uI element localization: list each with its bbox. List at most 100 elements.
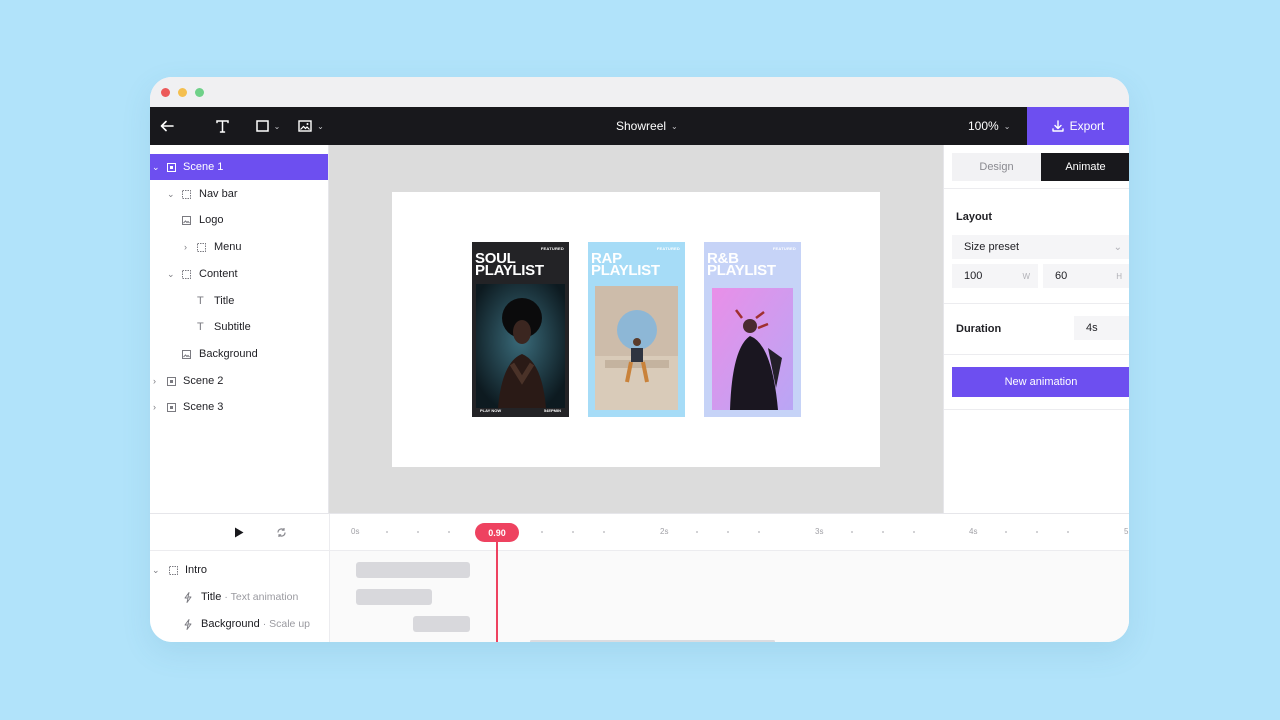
ruler-label: 4s <box>969 527 978 536</box>
chevron-right-icon[interactable]: › <box>153 402 156 412</box>
poster-photo <box>476 284 565 408</box>
text-tool-button[interactable] <box>212 107 232 145</box>
image-icon <box>182 349 191 359</box>
toolbar: ⌄ ⌄ Showreel ⌄ 100% ⌄ Export <box>150 107 1129 145</box>
size-preset-value: Size preset <box>964 241 1020 253</box>
track-lanes <box>330 551 1129 642</box>
chevron-down-icon[interactable]: ⌄ <box>152 162 160 173</box>
text-icon: T <box>197 295 204 307</box>
layer-scene-2[interactable]: › Scene 2 <box>150 368 328 394</box>
size-preset-select[interactable]: Size preset ⌄ <box>952 235 1129 259</box>
rectangle-tool-icon <box>255 120 269 132</box>
track-bar-background[interactable] <box>413 616 470 632</box>
playhead-line <box>496 542 498 642</box>
ruler-label: 0s <box>351 527 360 536</box>
ruler-dot <box>696 531 698 533</box>
zoom-dropdown[interactable]: 100% ⌄ <box>968 107 1010 145</box>
height-input[interactable]: 60 H <box>1043 264 1129 288</box>
layer-scene-1[interactable]: ⌄ Scene 1 <box>150 154 328 180</box>
artboard[interactable]: FEATURED SOUL PLAYLIST PLAY NOW 54EPMIN … <box>392 192 880 467</box>
chevron-down-icon: ⌄ <box>273 121 281 131</box>
track-bar-title[interactable] <box>356 589 432 605</box>
ruler-dot <box>851 531 853 533</box>
zoom-window-button[interactable] <box>195 88 204 97</box>
track-sub-label: · Text animation <box>224 591 299 603</box>
image-tool-icon <box>298 120 312 132</box>
poster-badge: FEATURED <box>772 246 796 251</box>
layer-label: Scene 3 <box>183 401 224 413</box>
layer-background[interactable]: Background <box>150 341 328 367</box>
width-unit: W <box>1022 271 1030 281</box>
ruler-dot <box>1036 531 1038 533</box>
poster-soul-playlist[interactable]: FEATURED SOUL PLAYLIST PLAY NOW 54EPMIN <box>472 242 569 417</box>
poster-rap-playlist[interactable]: FEATURED RAP PLAYLIST <box>588 242 685 417</box>
duration-input[interactable]: 4s <box>1074 316 1129 340</box>
chevron-right-icon[interactable]: › <box>153 376 156 386</box>
poster-footer-right: 54EPMIN <box>543 408 561 413</box>
width-input[interactable]: 100 W <box>952 264 1038 288</box>
layer-subtitle[interactable]: T Subtitle <box>150 314 328 340</box>
layer-label: Logo <box>199 214 224 226</box>
ruler-dot <box>541 531 543 533</box>
chevron-down-icon: ⌄ <box>317 121 324 131</box>
divider <box>944 354 1129 355</box>
ruler-dot <box>1067 531 1069 533</box>
close-window-button[interactable] <box>161 88 170 97</box>
track-bar-intro[interactable] <box>356 562 470 578</box>
scene-icon <box>167 376 176 386</box>
project-title-dropdown[interactable]: Showreel ⌄ <box>616 107 678 145</box>
track-label: Title <box>201 591 222 603</box>
tab-design[interactable]: Design <box>952 153 1041 181</box>
image-tool-button[interactable]: ⌄ <box>297 107 325 145</box>
export-button[interactable]: Export <box>1027 107 1129 145</box>
new-animation-button[interactable]: New animation <box>952 367 1129 397</box>
ruler-label: 3s <box>815 527 824 536</box>
ruler-dot <box>448 531 450 533</box>
chevron-down-icon[interactable]: ⌄ <box>167 189 175 200</box>
chevron-right-icon[interactable]: › <box>184 242 187 252</box>
layer-menu[interactable]: › Menu <box>150 234 328 260</box>
layer-label: Scene 1 <box>183 161 224 173</box>
group-icon <box>182 189 191 199</box>
layer-label: Subtitle <box>214 321 251 333</box>
layer-nav-bar[interactable]: ⌄ Nav bar <box>150 181 328 207</box>
layer-logo[interactable]: Logo <box>150 207 328 233</box>
poster-title: SOUL PLAYLIST <box>475 250 544 279</box>
image-icon <box>182 215 191 225</box>
poster-rnb-playlist[interactable]: FEATURED R&B PLAYLIST <box>704 242 801 417</box>
playback-controls <box>150 514 330 551</box>
ruler-dot <box>1005 531 1007 533</box>
chevron-down-icon[interactable]: ⌄ <box>167 269 175 280</box>
back-button[interactable] <box>156 107 178 145</box>
time-ruler[interactable]: 0s 2s 3s 4s 5 0.90 <box>330 514 1129 551</box>
tab-animate[interactable]: Animate <box>1041 153 1129 181</box>
layer-title[interactable]: T Title <box>150 288 328 314</box>
arrow-left-icon <box>160 120 174 132</box>
layer-content[interactable]: ⌄ Content <box>150 261 328 287</box>
chevron-down-icon: ⌄ <box>671 121 678 131</box>
chevron-down-icon[interactable]: ⌄ <box>152 565 160 576</box>
lightning-icon <box>184 618 192 630</box>
canvas-area[interactable]: FEATURED SOUL PLAYLIST PLAY NOW 54EPMIN … <box>329 145 943 513</box>
minimize-window-button[interactable] <box>178 88 187 97</box>
layer-label: Background <box>199 348 258 360</box>
ruler-label: 2s <box>660 527 669 536</box>
loop-icon[interactable] <box>276 527 287 538</box>
shape-tool-button[interactable]: ⌄ <box>254 107 282 145</box>
play-icon[interactable] <box>234 527 244 538</box>
group-icon <box>197 242 206 252</box>
layer-scene-3[interactable]: › Scene 3 <box>150 394 328 420</box>
poster-photo <box>712 288 793 410</box>
track-intro[interactable]: ⌄ Intro <box>150 557 329 583</box>
ruler-dot <box>386 531 388 533</box>
group-icon <box>182 269 191 279</box>
timeline-scrollbar[interactable] <box>530 640 775 642</box>
track-background-animation[interactable]: Background · Scale up <box>150 611 329 637</box>
playhead-handle[interactable]: 0.90 <box>475 523 519 542</box>
track-title-animation[interactable]: Title · Text animation <box>150 584 329 610</box>
divider <box>944 188 1129 189</box>
duration-label: Duration <box>956 323 1002 335</box>
poster-footer: PLAY NOW 54EPMIN <box>480 408 561 413</box>
chevron-down-icon: ⌄ <box>1113 241 1122 253</box>
poster-photo <box>595 286 678 410</box>
